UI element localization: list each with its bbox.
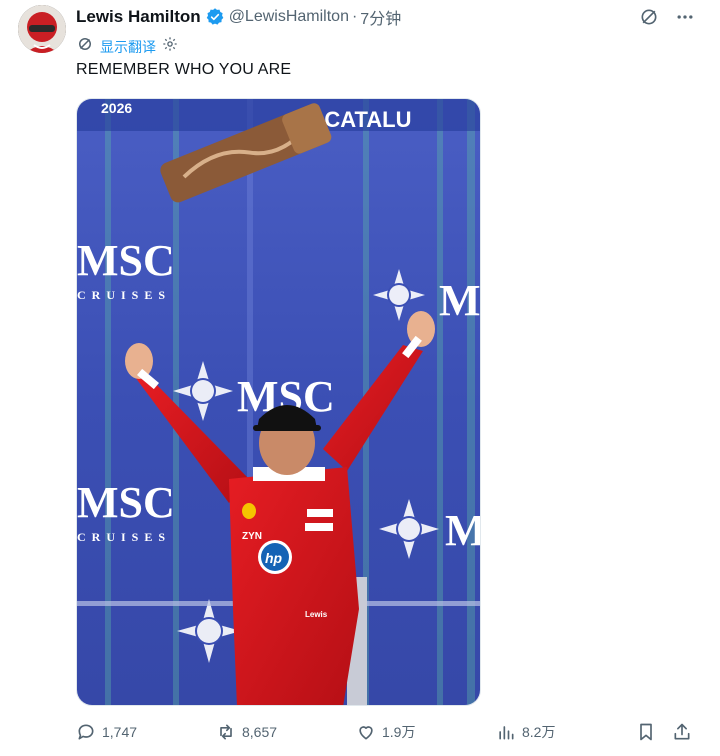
tweet-text: REMEMBER WHO YOU ARE <box>76 61 292 78</box>
reply-button[interactable]: 1,747 <box>76 722 137 742</box>
share-button[interactable] <box>672 722 692 742</box>
timestamp[interactable]: 7分钟 <box>360 5 401 29</box>
share-icon <box>674 723 690 740</box>
views-icon <box>499 726 514 740</box>
repost-icon <box>220 724 232 740</box>
like-button[interactable]: 1.9万 <box>356 722 415 742</box>
gear-icon[interactable] <box>162 36 178 57</box>
tweet-photo[interactable]: 2026 -CATALU MSC CRUISES MSC MSC MSC CRU… <box>76 98 481 706</box>
view-count: 8.2万 <box>522 724 556 740</box>
banner-text: -CATALU <box>317 107 412 132</box>
tweet-action-bar: 1,747 8,657 1.9万 8.2万 <box>76 718 696 750</box>
reply-icon <box>78 724 94 740</box>
suit-name: Lewis <box>305 610 328 619</box>
tweet-top-actions <box>638 6 696 28</box>
avatar-image <box>18 5 66 53</box>
suit-sponsor: ZYN <box>242 531 262 542</box>
translate-row: 显示翻译 <box>76 35 178 58</box>
msc-sub-text: CRUISES <box>77 288 171 302</box>
avatar[interactable] <box>18 5 66 53</box>
heart-icon <box>359 726 373 740</box>
repost-button[interactable]: 8,657 <box>216 722 277 742</box>
bookmark-icon <box>640 723 652 741</box>
author-name[interactable]: Lewis Hamilton <box>76 7 201 27</box>
msc-logo-text: MSC <box>439 276 481 325</box>
msc-logo-text: MSC <box>77 236 175 285</box>
bookmark-button[interactable] <box>636 722 656 742</box>
views-button[interactable]: 8.2万 <box>496 722 555 742</box>
separator-dot: · <box>351 8 358 25</box>
translate-icon <box>76 35 94 58</box>
msc-sub-text: CRUISES <box>77 530 171 544</box>
repost-count: 8,657 <box>242 724 278 740</box>
grok-icon[interactable] <box>638 6 660 28</box>
msc-logo-text: MSC <box>77 478 175 527</box>
verified-badge-icon[interactable] <box>205 7 225 27</box>
msc-logo-text: MSC <box>445 506 481 555</box>
tweet-header: Lewis Hamilton @LewisHamilton · 7分钟 <box>76 5 401 29</box>
reply-count: 1,747 <box>102 724 138 740</box>
like-count: 1.9万 <box>382 724 416 740</box>
svg-text:hp: hp <box>265 550 283 566</box>
author-handle[interactable]: @LewisHamilton <box>229 8 349 26</box>
podium-photo: 2026 -CATALU MSC CRUISES MSC MSC MSC CRU… <box>77 99 481 705</box>
more-dots-icon[interactable] <box>674 6 696 28</box>
banner-year: 2026 <box>101 100 132 116</box>
show-translation-link[interactable]: 显示翻译 <box>100 37 156 57</box>
